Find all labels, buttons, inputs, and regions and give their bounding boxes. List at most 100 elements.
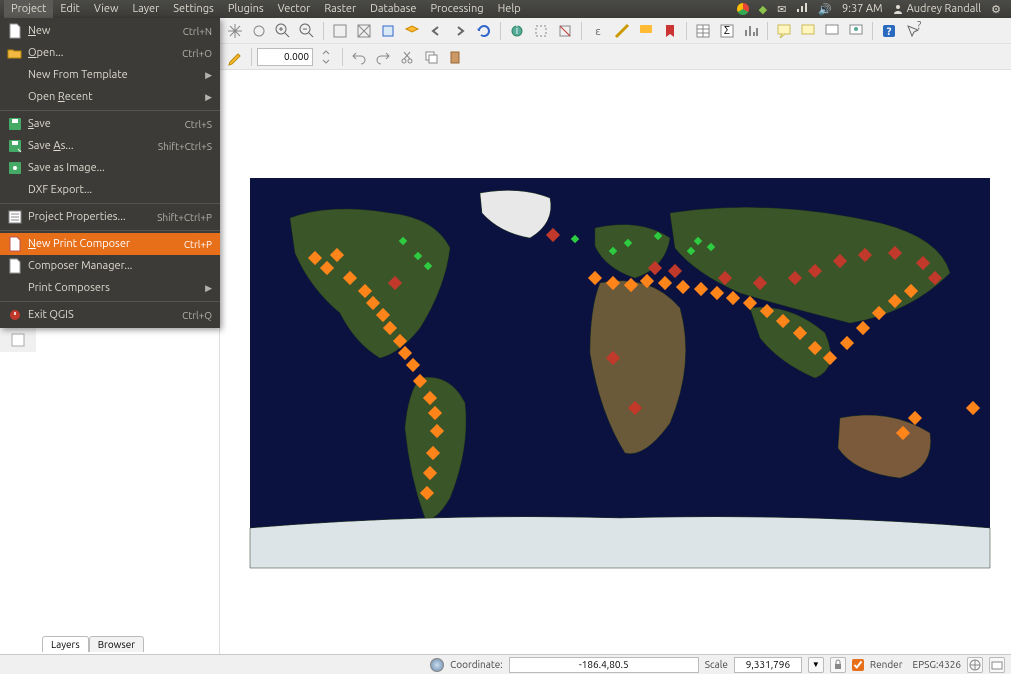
chevron-right-icon: ▶ [205,283,212,294]
menu-view[interactable]: View [87,0,126,18]
deselect-icon[interactable] [554,20,576,42]
annotation-text-icon[interactable] [773,20,795,42]
new-layer-icon[interactable] [5,328,31,352]
status-bar: Coordinate: Scale ▼ Render EPSG:4326 [0,654,1011,674]
zoom-next-icon[interactable] [449,20,471,42]
help-icon[interactable]: ? [878,20,900,42]
menu-settings[interactable]: Settings [166,0,221,18]
menu-item-project-properties[interactable]: Project Properties... Shift+Ctrl+P [0,206,220,228]
zoom-layer-icon[interactable] [401,20,423,42]
menu-item-print-composers[interactable]: Print Composers ▶ [0,277,220,299]
separator [0,301,220,302]
scale-lock-icon[interactable] [830,657,846,673]
file-blank-icon [8,24,22,38]
zoom-native-icon[interactable] [329,20,351,42]
panel-tabs: Layers Browser [42,636,144,652]
person-icon [893,4,903,14]
render-label: Render [870,659,903,670]
map-canvas[interactable] [250,178,990,568]
attribute-table-icon[interactable] [692,20,714,42]
cut-icon[interactable] [396,46,418,68]
zoom-in-icon[interactable] [272,20,294,42]
annotation-html-icon[interactable] [821,20,843,42]
menu-plugins[interactable]: Plugins [221,0,271,18]
menu-item-exit[interactable]: Exit QGIS Ctrl+Q [0,304,220,326]
scale-dropdown-icon[interactable]: ▼ [808,657,824,673]
menu-database[interactable]: Database [363,0,423,18]
system-tray: ◆ ✉ 🔊 9:37 AM Audrey Randall ⚙ [737,3,1007,16]
bookmark-icon[interactable] [659,20,681,42]
map-tips-icon[interactable] [635,20,657,42]
identify-icon[interactable]: i [506,20,528,42]
mail-icon[interactable]: ✉ [777,3,786,16]
exit-icon [8,308,22,322]
composer-new-icon [8,237,22,251]
menu-processing[interactable]: Processing [423,0,490,18]
annotation-svg-icon[interactable] [845,20,867,42]
menu-item-new-from-template[interactable]: New From Template ▶ [0,64,220,86]
user-menu[interactable]: Audrey Randall [893,3,982,15]
menu-item-save-as[interactable]: Save As... Shift+Ctrl+S [0,135,220,157]
menu-item-dxf-export[interactable]: DXF Export... [0,179,220,201]
menu-item-new[interactable]: New Ctrl+N [0,20,220,42]
pan-icon[interactable] [224,20,246,42]
separator [0,203,220,204]
whats-this-icon[interactable]: ? [902,20,924,42]
volume-icon[interactable]: 🔊 [818,3,832,16]
network-icon[interactable] [796,3,808,16]
menu-item-save[interactable]: Save Ctrl+S [0,113,220,135]
redo-icon[interactable] [372,46,394,68]
composer-manager-icon [8,259,22,273]
menu-item-open-recent[interactable]: Open Recent ▶ [0,86,220,108]
svg-text:Σ: Σ [724,25,730,37]
render-checkbox[interactable] [852,659,864,671]
top-menubar: Project Edit View Layer Settings Plugins… [0,0,1011,18]
select-by-expression-icon[interactable]: ε [587,20,609,42]
coord-label: Coordinate: [450,659,503,670]
scale-input[interactable] [734,657,802,673]
chrome-icon[interactable] [737,3,749,15]
refresh-icon[interactable] [473,20,495,42]
rotation-spinner-icon[interactable] [315,46,337,68]
messages-icon[interactable] [989,657,1005,673]
statistical-icon[interactable] [740,20,762,42]
toolbar-row-1: i ε Σ ? ? [220,18,1011,44]
tab-layers[interactable]: Layers [42,636,89,652]
globe-icon[interactable] [430,658,444,672]
annotation-form-icon[interactable] [797,20,819,42]
save-icon [8,117,22,131]
zoom-last-icon[interactable] [425,20,447,42]
menu-project[interactable]: Project [4,0,53,18]
edit-toggle-icon[interactable] [224,46,246,68]
svg-text:?: ? [887,26,892,38]
zoom-out-icon[interactable] [296,20,318,42]
crs-icon[interactable] [967,657,983,673]
svg-text:?: ? [917,20,921,32]
pan-to-selection-icon[interactable] [248,20,270,42]
menu-help[interactable]: Help [491,0,528,18]
paste-icon[interactable] [444,46,466,68]
rotation-input[interactable] [257,48,313,66]
zoom-selection-icon[interactable] [377,20,399,42]
shield-icon[interactable]: ◆ [759,3,767,16]
copy-icon[interactable] [420,46,442,68]
zoom-full-icon[interactable] [353,20,375,42]
map-canvas-wrap [220,70,1011,654]
measure-icon[interactable] [611,20,633,42]
menu-item-new-print-composer[interactable]: New Print Composer Ctrl+P [0,233,220,255]
menu-raster[interactable]: Raster [317,0,363,18]
undo-icon[interactable] [348,46,370,68]
menu-item-composer-manager[interactable]: Composer Manager... [0,255,220,277]
menu-item-save-as-image[interactable]: Save as Image... [0,157,220,179]
menu-layer[interactable]: Layer [126,0,167,18]
tab-browser[interactable]: Browser [89,636,144,652]
gear-icon[interactable]: ⚙ [991,3,1001,16]
clock[interactable]: 9:37 AM [842,3,883,15]
coordinate-input[interactable] [509,657,699,673]
field-calc-icon[interactable]: Σ [716,20,738,42]
menu-edit[interactable]: Edit [53,0,87,18]
menu-item-open[interactable]: Open... Ctrl+O [0,42,220,64]
select-icon[interactable] [530,20,552,42]
menu-vector[interactable]: Vector [271,0,318,18]
save-image-icon [8,161,22,175]
